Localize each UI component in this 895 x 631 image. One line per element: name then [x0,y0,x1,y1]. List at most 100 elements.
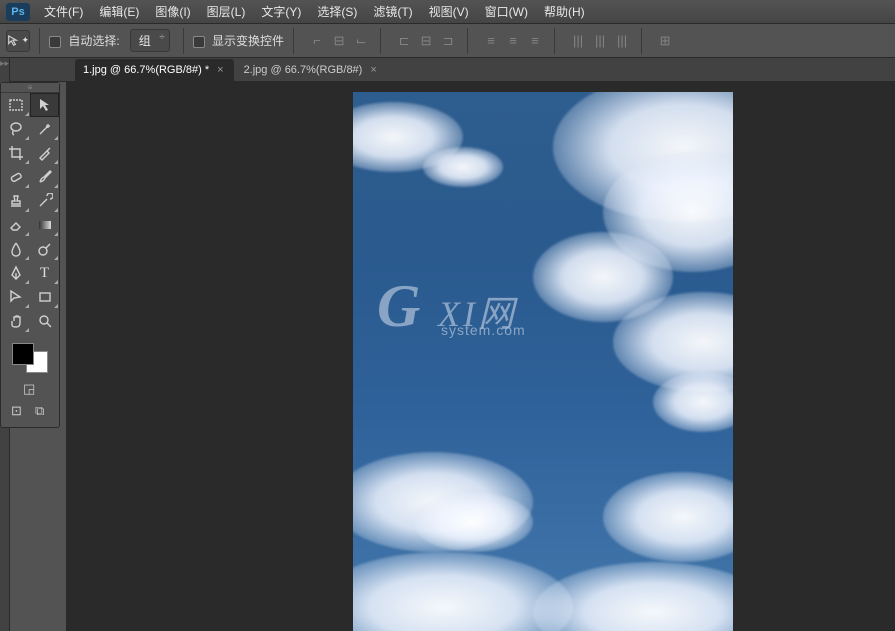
distribute-right-icon[interactable]: ||| [612,31,632,51]
hand-tool[interactable] [1,309,30,333]
separator [467,28,468,54]
menu-layer[interactable]: 图层(L) [199,0,254,23]
app-logo[interactable]: Ps [6,3,30,21]
separator [183,28,184,54]
show-transform-checkbox[interactable] [193,36,205,48]
auto-select-target-dropdown[interactable]: 组 [130,29,170,52]
align-hcenter-icon[interactable]: ⊟ [416,31,436,51]
eraser-icon [8,217,24,233]
history-brush-tool[interactable] [30,189,59,213]
foreground-color[interactable] [12,343,34,365]
auto-select-option[interactable]: 自动选择: [49,32,120,49]
align-right-icon[interactable]: ⊐ [438,31,458,51]
plus-icon: ✦ [21,35,29,46]
tab-label: 1.jpg @ 66.7%(RGB/8#) * [83,64,209,76]
separator [380,28,381,54]
pen-icon [8,265,24,281]
screenmode-icon[interactable]: ⊡ [11,403,25,417]
document-tabs: 1.jpg @ 66.7%(RGB/8#) * × 2.jpg @ 66.7%(… [0,58,895,82]
align-group-1: ⌐ ⊟ ⌙ [307,31,371,51]
align-vcenter-icon[interactable]: ⊟ [329,31,349,51]
document-tab-2[interactable]: 2.jpg @ 66.7%(RGB/8#) × [236,59,387,81]
auto-select-label: 自动选择: [68,34,119,48]
watermark-big: G [377,272,420,341]
distribute-hcenter-icon[interactable]: ||| [590,31,610,51]
document-tab-1[interactable]: 1.jpg @ 66.7%(RGB/8#) * × [75,59,234,81]
path-select-tool[interactable] [1,285,30,309]
drop-icon [8,241,24,257]
align-bottom-icon[interactable]: ⌙ [351,31,371,51]
distribute-left-icon[interactable]: ||| [568,31,588,51]
show-transform-label: 显示变换控件 [212,34,284,48]
crop-icon [8,145,24,161]
screenmode-alt-icon[interactable]: ⧉ [35,403,49,417]
menu-file[interactable]: 文件(F) [36,0,91,23]
pen-tool[interactable] [1,261,30,285]
rectangle-icon [37,289,53,305]
separator [554,28,555,54]
move-tool[interactable] [30,93,59,117]
dodge-icon [37,241,53,257]
marquee-tool[interactable] [1,93,30,117]
align-group-2: ⊏ ⊟ ⊐ [394,31,458,51]
align-left-icon[interactable]: ⊏ [394,31,414,51]
gradient-icon [37,217,53,233]
auto-select-checkbox[interactable] [49,36,61,48]
history-brush-icon [37,193,53,209]
gradient-tool[interactable] [30,213,59,237]
zoom-tool[interactable] [30,309,59,333]
arrow-icon [8,289,24,305]
panel-grip[interactable] [1,83,59,93]
menu-bar: Ps 文件(F) 编辑(E) 图像(I) 图层(L) 文字(Y) 选择(S) 滤… [0,0,895,24]
brush-tool[interactable] [30,165,59,189]
canvas-area[interactable]: G XI网 system.com [66,82,895,631]
menu-window[interactable]: 窗口(W) [477,0,536,23]
blur-tool[interactable] [1,237,30,261]
stamp-icon [8,193,24,209]
dodge-tool[interactable] [30,237,59,261]
menu-view[interactable]: 视图(V) [421,0,477,23]
type-tool[interactable]: T [30,261,59,285]
dock-grip-icon[interactable]: ▸▸ [0,58,9,66]
color-swatches: ◲ ⊡ ⧉ [1,333,59,427]
auto-align-group: ⊞ [655,31,675,51]
distribute-top-icon[interactable]: ≡ [481,31,501,51]
close-icon[interactable]: × [368,64,378,76]
stamp-tool[interactable] [1,189,30,213]
current-tool-indicator[interactable]: ✦ [6,30,30,52]
distribute-bottom-icon[interactable]: ≡ [525,31,545,51]
distribute-group-1: ≡ ≡ ≡ [481,31,545,51]
menu-select[interactable]: 选择(S) [309,0,365,23]
distribute-group-2: ||| ||| ||| [568,31,632,51]
quickmask-icon[interactable]: ◲ [23,381,37,395]
type-icon: T [40,265,49,282]
menu-type[interactable]: 文字(Y) [253,0,309,23]
menu-edit[interactable]: 编辑(E) [91,0,147,23]
tab-label: 2.jpg @ 66.7%(RGB/8#) [244,64,363,76]
distribute-vcenter-icon[interactable]: ≡ [503,31,523,51]
menu-filter[interactable]: 滤镜(T) [365,0,420,23]
menu-help[interactable]: 帮助(H) [536,0,593,23]
eraser-tool[interactable] [1,213,30,237]
lasso-icon [8,121,24,137]
show-transform-option[interactable]: 显示变换控件 [193,32,284,49]
brush-icon [37,169,53,185]
zoom-icon [37,313,53,329]
eyedropper-icon [37,145,53,161]
quick-select-tool[interactable] [30,117,59,141]
eyedropper-tool[interactable] [30,141,59,165]
move-icon [37,97,53,113]
auto-align-icon[interactable]: ⊞ [655,31,675,51]
menu-image[interactable]: 图像(I) [147,0,198,23]
document-image[interactable]: G XI网 system.com [353,92,733,631]
lasso-tool[interactable] [1,117,30,141]
align-top-icon[interactable]: ⌐ [307,31,327,51]
shape-tool[interactable] [30,285,59,309]
separator [293,28,294,54]
marquee-icon [8,97,24,113]
close-icon[interactable]: × [215,64,225,76]
separator [39,28,40,54]
healing-tool[interactable] [1,165,30,189]
crop-tool[interactable] [1,141,30,165]
tools-panel: T ◲ ⊡ ⧉ [0,82,60,428]
